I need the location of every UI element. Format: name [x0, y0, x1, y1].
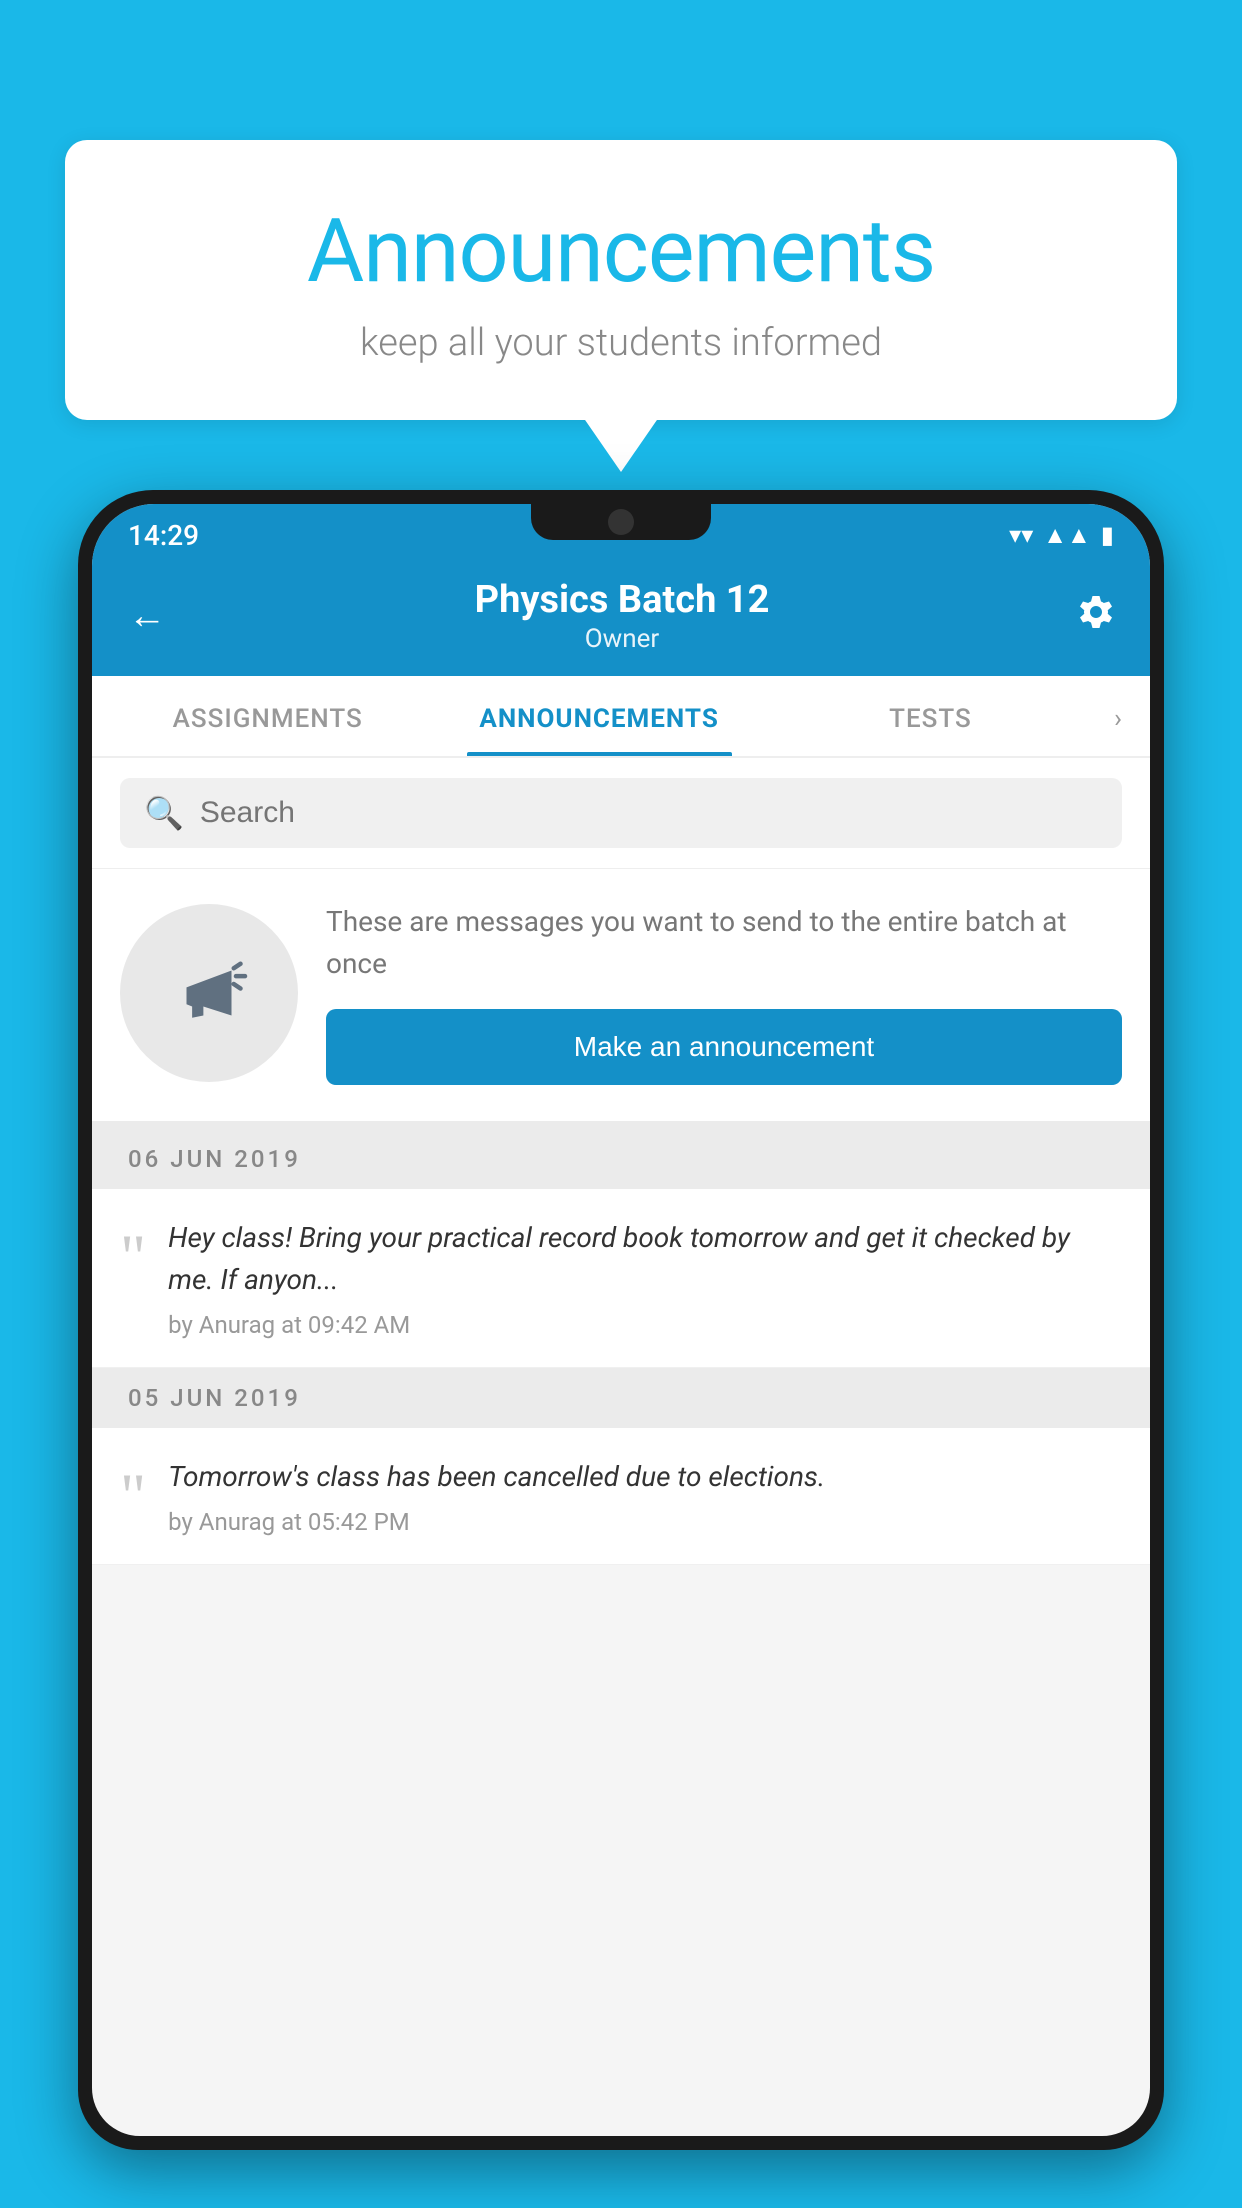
search-container: 🔍	[92, 758, 1150, 869]
status-time: 14:29	[128, 519, 199, 552]
settings-button[interactable]	[1078, 594, 1114, 639]
tab-assignments[interactable]: ASSIGNMENTS	[102, 676, 433, 756]
search-icon: 🔍	[144, 794, 184, 832]
header-title: Physics Batch 12	[475, 578, 770, 622]
header-center: Physics Batch 12 Owner	[475, 578, 770, 654]
make-announcement-button[interactable]: Make an announcement	[326, 1009, 1122, 1085]
app-header: ← Physics Batch 12 Owner	[92, 560, 1150, 676]
prompt-description: These are messages you want to send to t…	[326, 901, 1122, 985]
announcement-item-2: " Tomorrow's class has been cancelled du…	[92, 1428, 1150, 1565]
tab-tests[interactable]: TESTS	[765, 676, 1096, 756]
announcement-prompt-card: These are messages you want to send to t…	[92, 869, 1150, 1129]
announcement-meta-2: by Anurag at 05:42 PM	[168, 1508, 1122, 1536]
search-input-wrapper: 🔍	[120, 778, 1122, 848]
signal-icon: ▲▲	[1043, 521, 1091, 550]
tab-more[interactable]: ›	[1096, 676, 1140, 756]
search-input[interactable]	[200, 796, 1098, 830]
phone-mockup: 14:29 ▾▾ ▲▲ ▮ ← Physics Batch 12 Owner	[78, 490, 1164, 2208]
quote-icon-2: "	[120, 1464, 146, 1536]
speech-bubble-subtitle: keep all your students informed	[125, 321, 1117, 365]
header-subtitle: Owner	[475, 624, 770, 654]
speech-bubble-title: Announcements	[125, 200, 1117, 303]
battery-icon: ▮	[1101, 521, 1114, 549]
announcement-meta-1: by Anurag at 09:42 AM	[168, 1311, 1122, 1339]
quote-icon-1: "	[120, 1225, 146, 1339]
wifi-icon: ▾▾	[1009, 521, 1033, 549]
announcement-content-1: Hey class! Bring your practical record b…	[168, 1217, 1122, 1339]
announcement-item-1: " Hey class! Bring your practical record…	[92, 1189, 1150, 1368]
back-button[interactable]: ←	[128, 594, 166, 638]
phone-notch	[531, 504, 711, 540]
date-separator-1: 06 JUN 2019	[92, 1129, 1150, 1189]
announce-icon-circle	[120, 904, 298, 1082]
speech-bubble: Announcements keep all your students inf…	[65, 140, 1177, 420]
phone-outer: 14:29 ▾▾ ▲▲ ▮ ← Physics Batch 12 Owner	[78, 490, 1164, 2150]
speech-bubble-container: Announcements keep all your students inf…	[65, 140, 1177, 420]
phone-camera	[608, 509, 634, 535]
phone-screen: 14:29 ▾▾ ▲▲ ▮ ← Physics Batch 12 Owner	[92, 504, 1150, 2136]
status-icons: ▾▾ ▲▲ ▮	[1009, 521, 1114, 550]
announcement-text-1: Hey class! Bring your practical record b…	[168, 1217, 1122, 1301]
tabs-container: ASSIGNMENTS ANNOUNCEMENTS TESTS ›	[92, 676, 1150, 758]
announcement-content-2: Tomorrow's class has been cancelled due …	[168, 1456, 1122, 1536]
announcement-text-2: Tomorrow's class has been cancelled due …	[168, 1456, 1122, 1498]
date-separator-2: 05 JUN 2019	[92, 1368, 1150, 1428]
announcement-prompt-right: These are messages you want to send to t…	[326, 901, 1122, 1085]
tab-announcements[interactable]: ANNOUNCEMENTS	[433, 676, 764, 756]
